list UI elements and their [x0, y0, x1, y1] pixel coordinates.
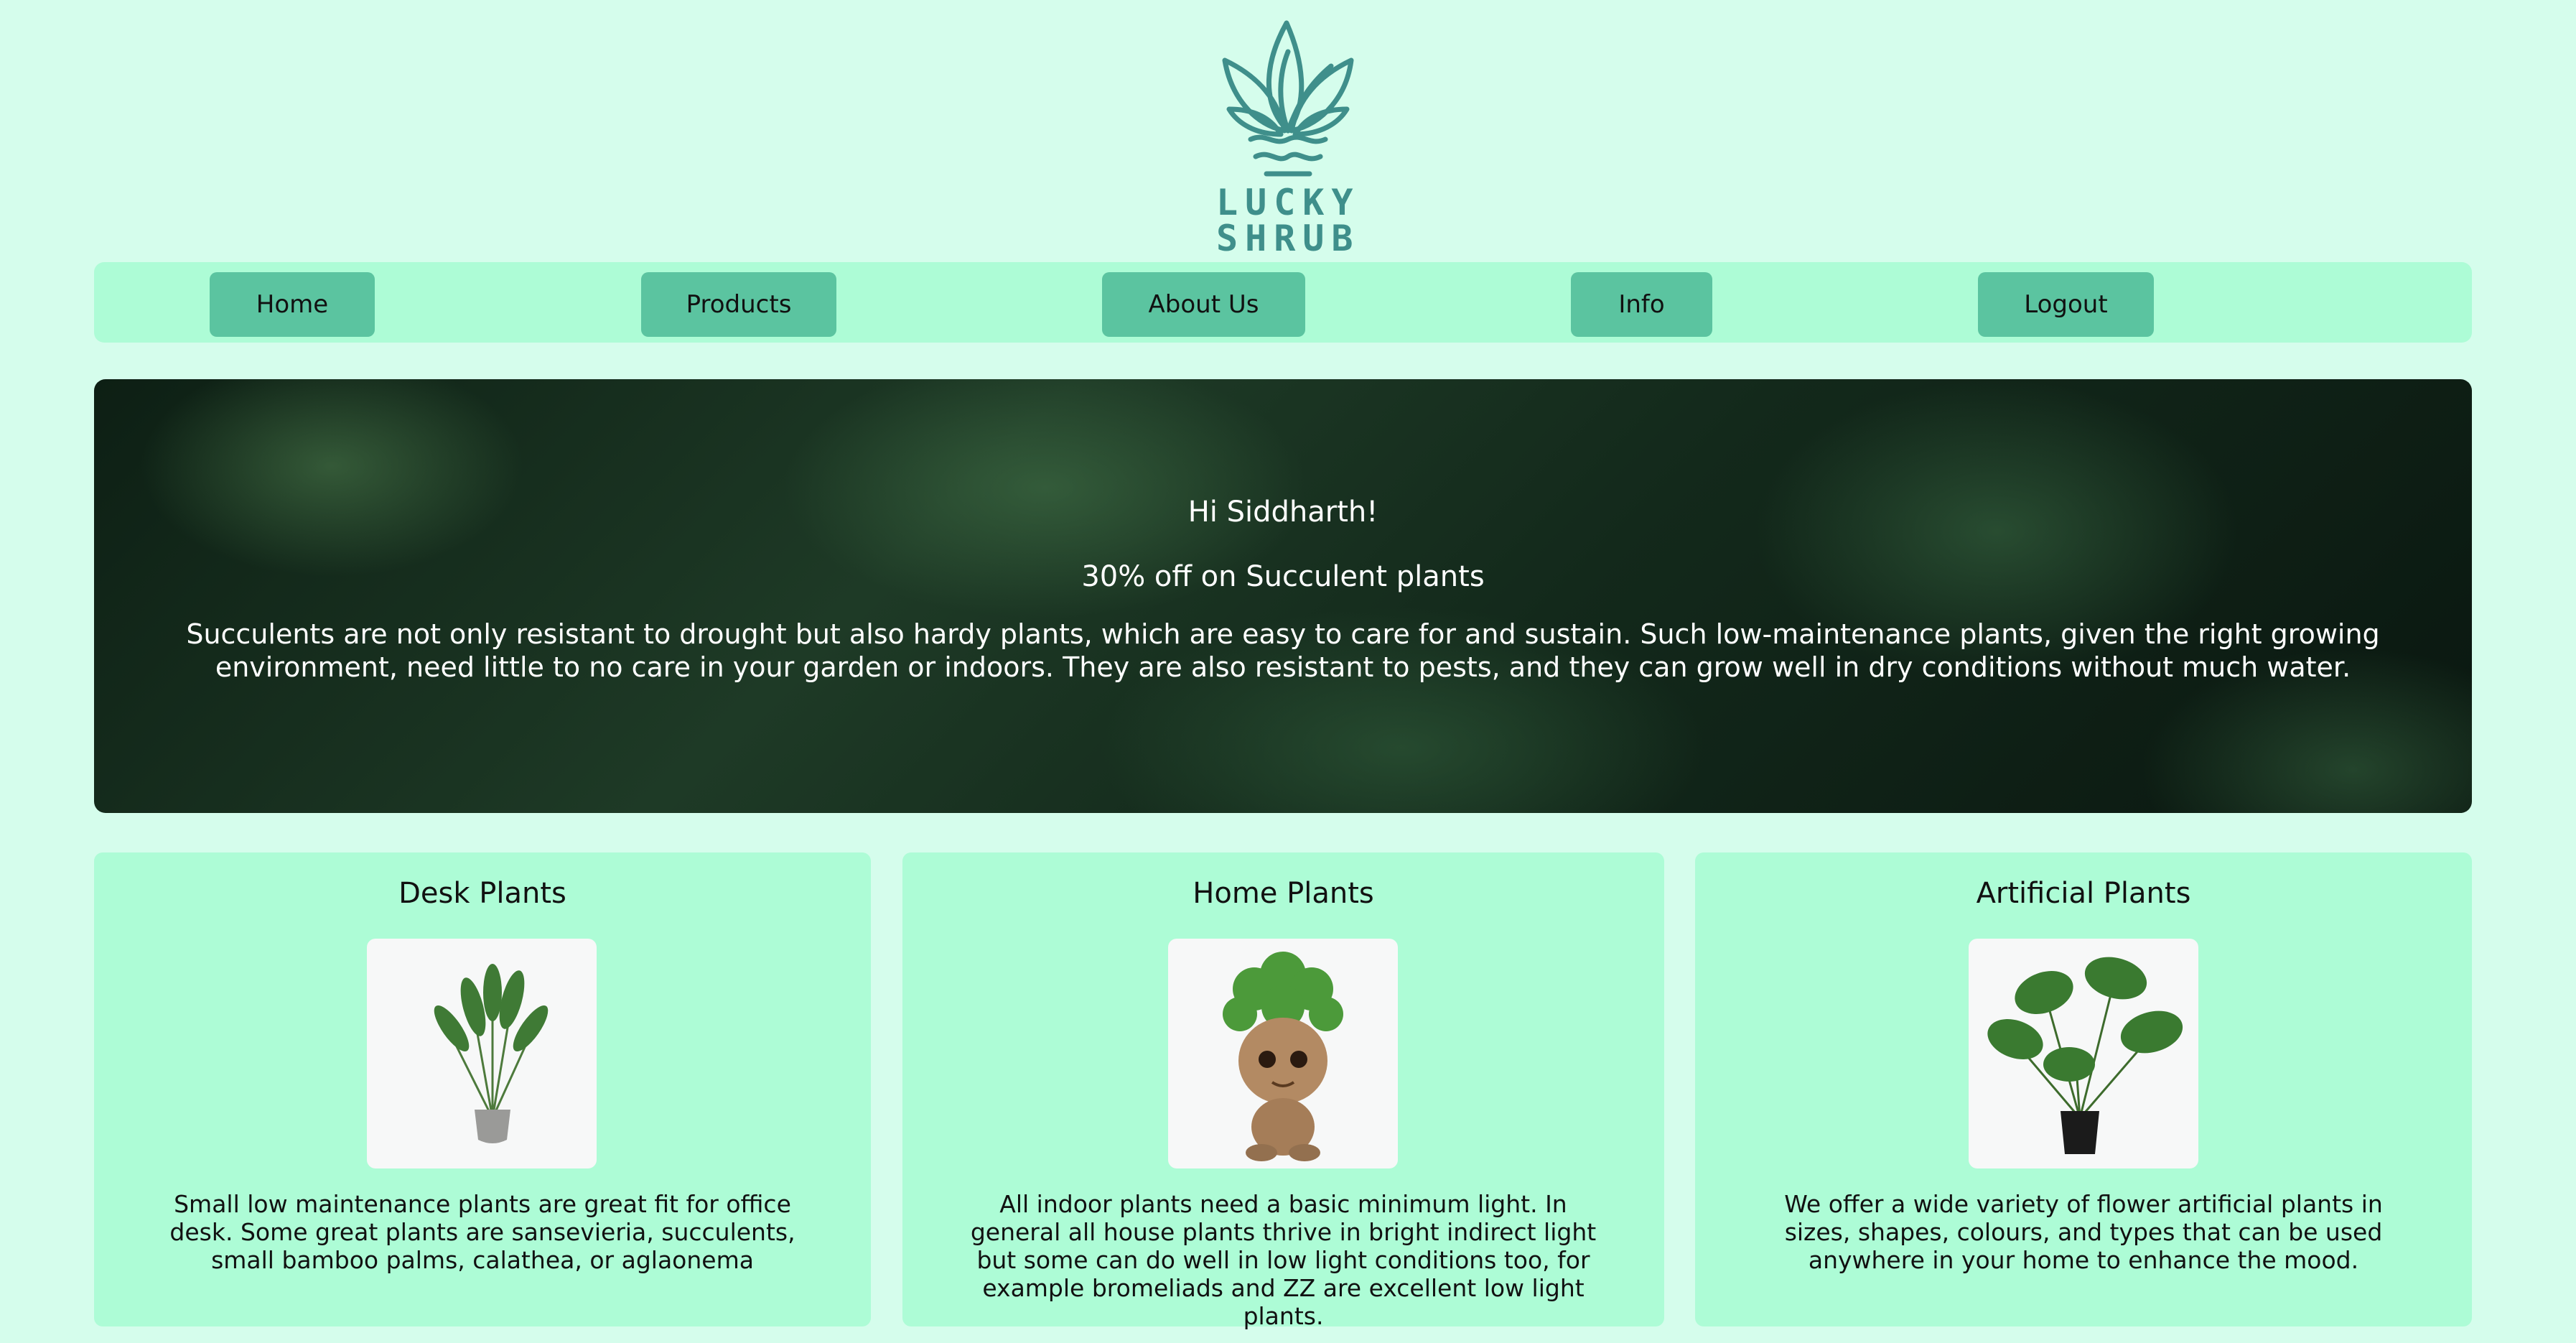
promo-banner: Hi Siddharth! 30% off on Succulent plant… — [94, 379, 2472, 813]
home-plant-image[interactable] — [1168, 939, 1398, 1168]
banner-greeting: Hi Siddharth! — [1187, 496, 1378, 529]
category-card-desk-plants[interactable]: Desk Plants Small low maintenance plants… — [94, 852, 871, 1326]
main-nav-bar: Home Products About Us Info Logout — [94, 262, 2472, 343]
card-description: Small low maintenance plants are great f… — [169, 1190, 795, 1274]
nav-about-us-button[interactable]: About Us — [1102, 272, 1305, 337]
logo-text-lucky: LUCKY — [1216, 182, 1361, 223]
plant-logo-icon — [1222, 20, 1354, 177]
nav-products-button[interactable]: Products — [641, 272, 836, 337]
card-title: Artificial Plants — [1976, 877, 2191, 910]
nav-home-button[interactable]: Home — [210, 272, 375, 337]
card-description: We offer a wide variety of flower artifi… — [1784, 1190, 2383, 1274]
category-card-artificial-plants[interactable]: Artificial Plants We offer a wide variet… — [1695, 852, 2472, 1326]
card-title: Desk Plants — [398, 877, 566, 910]
desk-plant-image[interactable] — [367, 939, 597, 1168]
category-card-home-plants[interactable]: Home Plants All indoor plants need a bas… — [902, 852, 1664, 1330]
logo-text-shrub: SHRUB — [1216, 218, 1361, 259]
card-description: All indoor plants need a basic minimum l… — [970, 1190, 1597, 1330]
card-title: Home Plants — [1193, 877, 1374, 910]
nav-info-button[interactable]: Info — [1571, 272, 1712, 337]
banner-offer: 30% off on Succulent plants — [1081, 560, 1485, 593]
groot-pot-plant-icon — [1223, 952, 1343, 1161]
nav-logout-button[interactable]: Logout — [1978, 272, 2154, 337]
monstera-plant-icon — [1987, 957, 2183, 1154]
artificial-plant-image[interactable] — [1969, 939, 2198, 1168]
lucky-shrub-logo: LUCKY SHRUB — [1216, 16, 1360, 260]
desk-plant-icon — [434, 964, 549, 1143]
banner-description: Succulents are not only resistant to dro… — [186, 618, 2380, 683]
